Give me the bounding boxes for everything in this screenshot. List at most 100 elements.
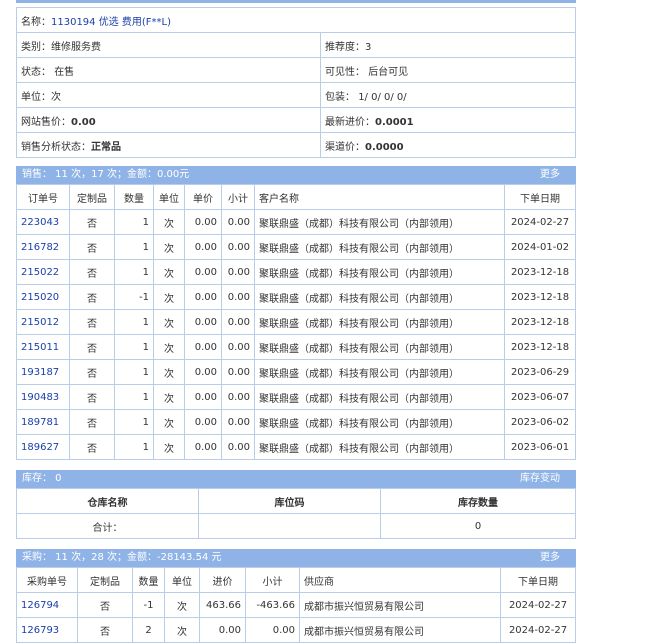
product-info-panel: 名称：1130194 优选 费用(F**L) 类别：维修服务费 推荐度：3 状态… — [16, 7, 576, 158]
sales-cell: 聚联鼎盛（成都）科技有限公司（内部领用） — [254, 309, 505, 335]
sales-cell: 否 — [69, 209, 115, 235]
sales-cell: 1 — [114, 209, 154, 235]
sales-order-cell: 215022 — [16, 259, 70, 285]
sales-cell: 次 — [153, 234, 185, 260]
sales-order-cell: 190483 — [16, 384, 70, 410]
purchase-order-link[interactable]: 126794 — [21, 600, 59, 611]
sales-order-cell: 216782 — [16, 234, 70, 260]
sales-order-link[interactable]: 215012 — [21, 317, 59, 328]
sales-col-3: 单位 — [153, 184, 185, 210]
purchase-order-cell: 126794 — [16, 592, 78, 618]
sales-cell: 0.00 — [221, 309, 255, 335]
sales-row: 215012 否 1 次 0.00 0.00 聚联鼎盛（成都）科技有限公司（内部领用） 202… — [16, 309, 576, 335]
purchase-cell: 0.00 — [245, 617, 300, 643]
sales-cell: 0.00 — [221, 384, 255, 410]
sales-cell: 2023-06-29 — [504, 359, 576, 385]
sales-header: 销售： 11 次，17 次；金额：0.00元 更多 — [16, 166, 576, 184]
sales-cell: 2023-06-07 — [504, 384, 576, 410]
stock-total-qty: 0 — [380, 513, 576, 539]
sales-cell: 聚联鼎盛（成都）科技有限公司（内部领用） — [254, 359, 505, 385]
info-visibility-label: 可见性： — [325, 66, 365, 78]
sales-cell: 聚联鼎盛（成都）科技有限公司（内部领用） — [254, 284, 505, 310]
sales-order-link[interactable]: 189627 — [21, 442, 59, 453]
sales-cell: 否 — [69, 259, 115, 285]
sales-cell: 0.00 — [221, 234, 255, 260]
sales-order-link[interactable]: 215020 — [21, 292, 59, 303]
sales-order-link[interactable]: 190483 — [21, 392, 59, 403]
sales-cell: 聚联鼎盛（成都）科技有限公司（内部领用） — [254, 434, 505, 460]
sales-cell: 0.00 — [184, 234, 222, 260]
sales-row: 215022 否 1 次 0.00 0.00 聚联鼎盛（成都）科技有限公司（内部领用） 202… — [16, 259, 576, 285]
purchase-cell: 否 — [77, 617, 133, 643]
sales-cell: 0.00 — [221, 259, 255, 285]
sales-cell: 1 — [114, 259, 154, 285]
sales-cell: 0.00 — [184, 384, 222, 410]
info-status-label: 状态： — [21, 66, 51, 78]
stock-header: 库存： 0 库存变动 — [16, 470, 576, 488]
info-site-price-value: 0.00 — [71, 116, 96, 128]
stock-change-link[interactable]: 库存变动 — [520, 470, 560, 488]
sales-col-6: 客户名称 — [254, 184, 505, 210]
sales-cell: 聚联鼎盛（成都）科技有限公司（内部领用） — [254, 409, 505, 435]
sales-order-link[interactable]: 193187 — [21, 367, 59, 378]
sales-table: 订单号 定制品 数量 单位 单价 小计 客户名称 下单日期 223043 否 1 次 0.00 0.00… — [16, 184, 576, 460]
sales-cell: 0.00 — [221, 284, 255, 310]
sales-panel: 销售： 11 次，17 次；金额：0.00元 更多 订单号 定制品 数量 单位 单价 小计… — [16, 166, 576, 460]
sales-cell: 0.00 — [221, 359, 255, 385]
sales-order-cell: 215020 — [16, 284, 70, 310]
sales-cell: 否 — [69, 284, 115, 310]
purchase-order-cell: 126793 — [16, 617, 78, 643]
stock-col-location: 库位码 — [198, 488, 381, 514]
info-package-label: 包装： — [325, 91, 355, 103]
purchase-cell: 次 — [164, 592, 200, 618]
stock-total-location — [198, 513, 381, 539]
info-recommend-label: 推荐度： — [325, 41, 365, 53]
info-unit-label: 单位： — [21, 91, 51, 103]
purchase-more-link[interactable]: 更多 — [540, 549, 560, 567]
purchase-col-1: 定制品 — [77, 567, 133, 593]
sales-order-link[interactable]: 215011 — [21, 342, 59, 353]
sales-row: 189627 否 1 次 0.00 0.00 聚联鼎盛（成都）科技有限公司（内部领用） 202… — [16, 434, 576, 460]
product-name-link[interactable]: 1130194 优选 费用(F**L) — [51, 17, 171, 28]
purchase-col-4: 进价 — [199, 567, 246, 593]
sales-cell: 2023-12-18 — [504, 334, 576, 360]
info-latest-cost-label: 最新进价： — [325, 116, 375, 128]
sales-order-link[interactable]: 223043 — [21, 217, 59, 228]
purchase-cell: 2024-02-27 — [500, 617, 576, 643]
info-category-label: 类别： — [21, 41, 51, 53]
sales-cell: 2023-12-18 — [504, 284, 576, 310]
sales-cell: 次 — [153, 384, 185, 410]
sales-cell: 否 — [69, 434, 115, 460]
sales-cell: 次 — [153, 309, 185, 335]
purchase-order-link[interactable]: 126793 — [21, 625, 59, 636]
stock-table: 仓库名称 库位码 库存数量 合计： 0 — [16, 488, 576, 539]
sales-cell: 1 — [114, 359, 154, 385]
sales-cell: 否 — [69, 309, 115, 335]
sales-cell: 否 — [69, 334, 115, 360]
info-channel-price-label: 渠道价： — [325, 141, 365, 153]
sales-cell: 次 — [153, 209, 185, 235]
purchase-col-0: 采购单号 — [16, 567, 78, 593]
sales-cell: 2024-01-02 — [504, 234, 576, 260]
sales-cell: 0.00 — [184, 209, 222, 235]
sales-order-link[interactable]: 215022 — [21, 267, 59, 278]
info-category-value: 维修服务费 — [51, 41, 101, 53]
info-site-price-label: 网站售价： — [21, 116, 71, 128]
sales-col-4: 单价 — [184, 184, 222, 210]
purchase-cell: 2024-02-27 — [500, 592, 576, 618]
top-section-header — [16, 0, 576, 3]
purchase-cell: 次 — [164, 617, 200, 643]
stock-col-warehouse: 仓库名称 — [16, 488, 199, 514]
sales-row: 215011 否 1 次 0.00 0.00 聚联鼎盛（成都）科技有限公司（内部领用） 202… — [16, 334, 576, 360]
sales-cell: 否 — [69, 384, 115, 410]
info-unit-value: 次 — [51, 91, 61, 103]
sales-order-link[interactable]: 216782 — [21, 242, 59, 253]
sales-cell: 2023-12-18 — [504, 259, 576, 285]
sales-more-link[interactable]: 更多 — [540, 166, 560, 184]
sales-cell: 1 — [114, 434, 154, 460]
sales-order-link[interactable]: 189781 — [21, 417, 59, 428]
sales-row: 215020 否 -1 次 0.00 0.00 聚联鼎盛（成都）科技有限公司（内部领用） 20… — [16, 284, 576, 310]
sales-cell: 聚联鼎盛（成都）科技有限公司（内部领用） — [254, 234, 505, 260]
stock-col-qty: 库存数量 — [380, 488, 576, 514]
sales-cell: 1 — [114, 234, 154, 260]
